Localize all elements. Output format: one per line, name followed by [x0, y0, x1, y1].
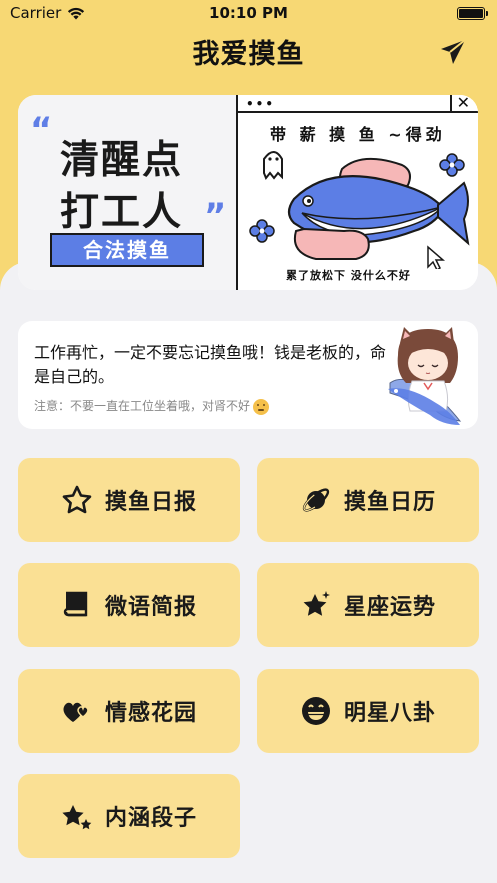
fish-illustration	[249, 151, 470, 269]
star-outline-icon	[62, 485, 92, 514]
status-time: 10:10 PM	[209, 4, 288, 22]
menu-button-gossip[interactable]: 明星八卦	[257, 669, 479, 753]
stars-icon	[62, 805, 92, 830]
slogan-line-1: 清醒点	[60, 138, 184, 183]
promo-banner[interactable]: “ 清醒点 打工人 ” 合法摸鱼 ••• ✕ 带 薪 摸 鱼 ~得劲 累了放松下…	[18, 95, 478, 290]
send-icon[interactable]	[439, 38, 467, 66]
book-icon	[63, 591, 88, 617]
menu-label: 明星八卦	[343, 701, 436, 726]
thinking-face-icon	[253, 398, 270, 415]
star-sparkle-icon	[303, 591, 330, 616]
window-dots: •••	[246, 97, 276, 111]
window-bar: ••• ✕	[238, 95, 478, 113]
menu-label: 摸鱼日报	[104, 490, 197, 515]
menu-button-calendar[interactable]: 摸鱼日历	[257, 458, 479, 542]
menu-label: 微语简报	[104, 595, 197, 620]
slogan-line-2: 打工人	[60, 190, 184, 235]
menu-button-horoscope[interactable]: 星座运势	[257, 563, 479, 647]
tip-message: 工作再忙，一定不要忘记摸鱼哦！钱是老板的，命是自己的。	[34, 343, 387, 386]
page-title: 我爱摸鱼	[192, 39, 305, 70]
fish-caption: 累了放松下 没什么不好	[286, 269, 411, 282]
window-close-icon: ✕	[456, 95, 470, 112]
legal-fishing-tag: 合法摸鱼	[50, 233, 204, 267]
grin-face-icon	[301, 697, 330, 725]
tip-note: 注意：不要一直在工位坐着哦，对肾不好	[34, 397, 270, 415]
planet-icon	[302, 488, 330, 512]
menu-button-daily-report[interactable]: 摸鱼日报	[18, 458, 240, 542]
tip-note-text: 注意：不要一直在工位坐着哦，对肾不好	[34, 399, 251, 413]
menu-label: 摸鱼日历	[343, 490, 436, 515]
banner-illustration-panel: ••• ✕ 带 薪 摸 鱼 ~得劲 累了放松下 没什么不好	[238, 95, 478, 290]
quote-open-icon: “	[30, 110, 53, 150]
menu-button-emotion-garden[interactable]: 情感花园	[18, 669, 240, 753]
menu-button-briefing[interactable]: 微语简报	[18, 563, 240, 647]
menu-label: 内涵段子	[104, 806, 197, 831]
menu-label: 情感花园	[104, 701, 197, 726]
hearts-icon	[63, 702, 89, 722]
tip-card: 工作再忙，一定不要忘记摸鱼哦！钱是老板的，命是自己的。 注意：不要一直在工位坐着…	[18, 321, 478, 429]
mascot-illustration	[388, 327, 462, 425]
menu-button-jokes[interactable]: 内涵段子	[18, 774, 240, 858]
banner-slogan-panel: “ 清醒点 打工人 ” 合法摸鱼	[18, 95, 236, 290]
quote-close-icon: ”	[204, 196, 227, 236]
menu-label: 星座运势	[343, 595, 436, 620]
